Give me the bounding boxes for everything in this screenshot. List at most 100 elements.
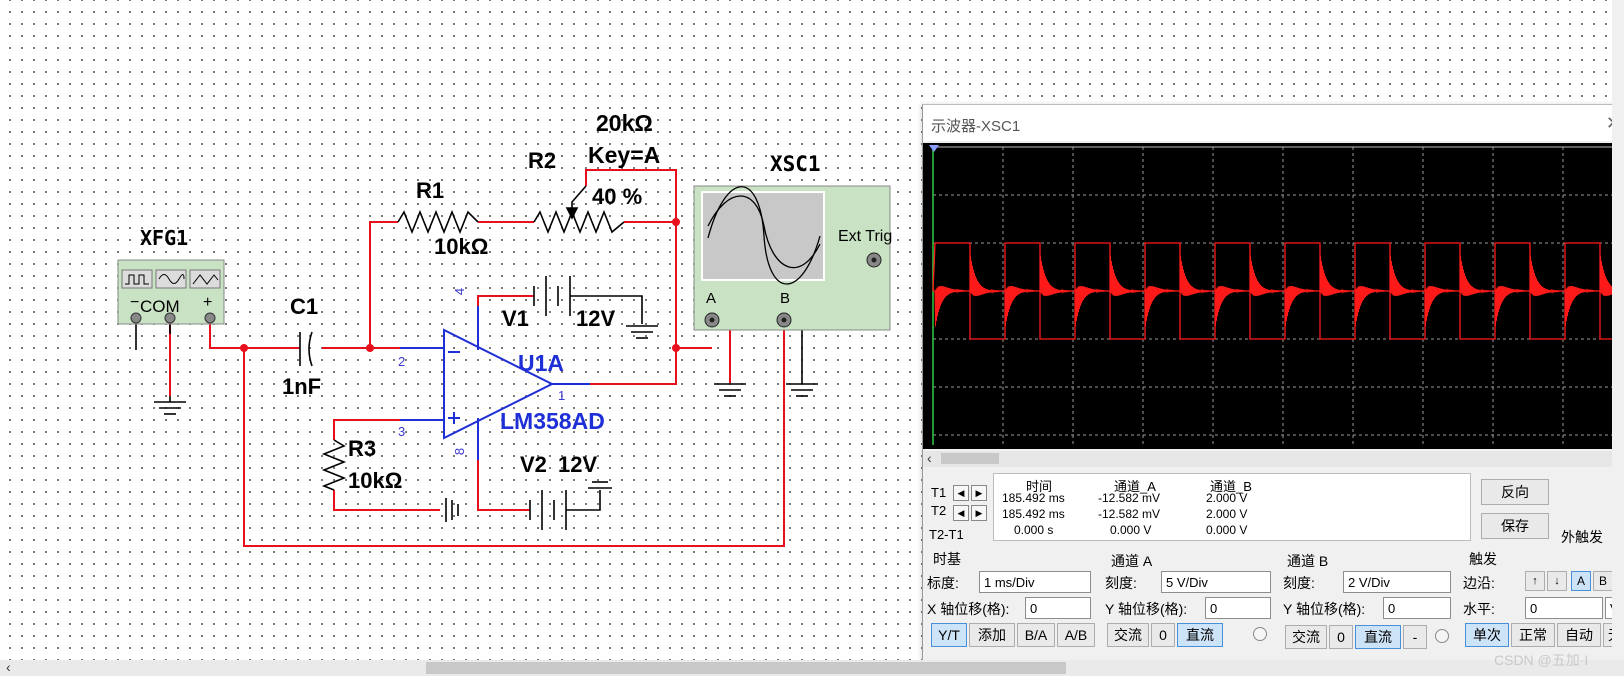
channel-a-spike <box>1214 285 1245 327</box>
v1-value: 12V <box>576 306 616 331</box>
channel-a-spike <box>1459 255 1490 297</box>
c1-name: C1 <box>290 294 319 319</box>
trigger-level-input[interactable]: 0 <box>1525 597 1603 619</box>
reverse-button[interactable]: 反向 <box>1481 479 1549 505</box>
pin-3-label: 3 <box>398 424 406 439</box>
t1-left-arrow-icon[interactable]: ◀ <box>953 485 969 501</box>
x-offset-input[interactable]: 0 <box>1025 597 1091 619</box>
t2-time: 185.492 ms <box>1002 507 1065 521</box>
scroll-left-icon[interactable]: ‹ <box>6 659 11 675</box>
channel-a-title: 通道 A <box>1111 553 1153 569</box>
r3-name: R3 <box>348 436 377 461</box>
trigger-title: 触发 <box>1469 551 1497 567</box>
channel-a-spike <box>1494 285 1525 327</box>
channel-a-spike <box>1389 255 1420 297</box>
r2-percent: 40 % <box>592 184 643 209</box>
channel-a-spike <box>1004 285 1035 327</box>
vertical-scrollbar[interactable] <box>1612 0 1624 660</box>
channel-b-ac-button[interactable]: 交流 <box>1285 625 1327 649</box>
falling-edge-icon[interactable]: ↓ <box>1547 571 1567 591</box>
t1-a: -12.582 mV <box>1098 491 1161 505</box>
channel-b-title: 通道 B <box>1287 553 1329 569</box>
xsc-a-label: A <box>706 290 717 307</box>
t2t1-a: 0.000 V <box>1110 523 1152 537</box>
channel-a-ac-button[interactable]: 交流 <box>1107 623 1149 647</box>
trigger-source-a-button[interactable]: A <box>1571 571 1591 591</box>
channel-a-dc-button[interactable]: 直流 <box>1177 623 1223 647</box>
channel-a-y-offset-input[interactable]: 0 <box>1205 597 1271 619</box>
xsc-name: XSC1 <box>770 152 821 176</box>
channel-a-spike <box>1249 255 1280 297</box>
ab-mode-button[interactable]: A/B <box>1057 623 1095 647</box>
t2-left-arrow-icon[interactable]: ◀ <box>953 505 969 521</box>
channel-a-scale-input[interactable]: 5 V/Div <box>1161 571 1271 593</box>
scroll-left-icon[interactable]: ‹ <box>927 450 932 466</box>
channel-a-scale-label: 刻度: <box>1105 575 1137 591</box>
r2-value: 20kΩ <box>596 110 653 136</box>
channel-a-spike <box>1109 255 1140 297</box>
ba-mode-button[interactable]: B/A <box>1017 623 1055 647</box>
rising-edge-icon[interactable]: ↑ <box>1525 571 1545 591</box>
channel-b-radio[interactable] <box>1435 629 1449 643</box>
t1-label: T1 <box>931 485 947 500</box>
screen-scrollbar[interactable]: ‹ <box>923 450 1624 467</box>
trigger-single-button[interactable]: 单次 <box>1465 623 1509 647</box>
xfg-minus-label: − <box>130 294 140 311</box>
channel-b-dc-button[interactable]: 直流 <box>1355 625 1401 649</box>
timebase-scale-label: 标度: <box>927 575 959 591</box>
channel-a-spike <box>1564 285 1595 327</box>
ext-trigger-label: 外触发 <box>1561 529 1603 545</box>
channel-a-spike <box>1529 255 1560 297</box>
trigger-normal-button[interactable]: 正常 <box>1511 623 1555 647</box>
xfg-plus-label: + <box>203 294 213 311</box>
channel-a-spike <box>1319 255 1350 297</box>
oscilloscope-grid <box>929 145 1624 445</box>
r2-key: Key=A <box>588 142 661 168</box>
oscilloscope-screen[interactable] <box>923 143 1624 449</box>
channel-a-spike <box>1424 285 1455 327</box>
pin-1-label: 1 <box>558 388 566 403</box>
t2-a: -12.582 mV <box>1098 507 1161 521</box>
c1-value: 1nF <box>282 374 322 399</box>
yt-mode-button[interactable]: Y/T <box>931 623 967 647</box>
xfg-name: XFG1 <box>140 226 189 250</box>
horizontal-scrollbar[interactable]: ‹ <box>0 659 1624 676</box>
t2-right-arrow-icon[interactable]: ▶ <box>971 505 987 521</box>
trigger-level-label: 水平: <box>1463 601 1495 617</box>
channel-a-y-offset-label: Y 轴位移(格): <box>1105 601 1188 617</box>
t1-time: 185.492 ms <box>1002 491 1065 505</box>
channel-b-minus-button[interactable]: - <box>1403 625 1427 649</box>
save-button[interactable]: 保存 <box>1481 513 1549 539</box>
u1-name: U1A <box>518 350 565 376</box>
channel-b-y-offset-label: Y 轴位移(格): <box>1283 601 1366 617</box>
r1-value: 10kΩ <box>434 234 489 259</box>
channel-a-spike <box>1284 285 1315 327</box>
channel-a-spike <box>934 285 965 327</box>
trigger-source-b-button[interactable]: B <box>1593 571 1613 591</box>
channel-a-radio[interactable] <box>1253 627 1267 641</box>
v1-name: V1 <box>502 306 529 331</box>
watermark: CSDN @五加·I <box>1494 652 1589 668</box>
xfg-com-label: COM <box>140 297 180 316</box>
pin-8-label: 8 <box>452 447 468 456</box>
channel-b-zero-button[interactable]: 0 <box>1329 625 1353 649</box>
channel-a-spike <box>1144 285 1175 327</box>
t1-right-arrow-icon[interactable]: ▶ <box>971 485 987 501</box>
oscilloscope-titlebar[interactable]: 示波器-XSC1 ✕ <box>923 105 1624 141</box>
oscilloscope-window[interactable]: 示波器-XSC1 ✕ ‹ T1 ◀ ▶ T2 ◀ ▶ T2-T1 时间 通道_A… <box>922 104 1624 661</box>
measurement-table: 时间 通道_A 通道_B 185.492 ms -12.582 mV 2.000… <box>993 473 1471 541</box>
pin-2-label: 2 <box>398 354 406 369</box>
trigger-auto-button[interactable]: 自动 <box>1557 623 1601 647</box>
trigger-edge-label: 边沿: <box>1463 575 1495 591</box>
channel-a-spike <box>1354 285 1385 327</box>
channel-a-spike <box>969 255 1000 297</box>
horizontal-scroll-thumb[interactable] <box>426 662 1066 674</box>
timebase-scale-input[interactable]: 1 ms/Div <box>979 571 1091 593</box>
channel-b-scale-input[interactable]: 2 V/Div <box>1343 571 1451 593</box>
scroll-thumb[interactable] <box>941 453 999 464</box>
r2-name: R2 <box>528 148 557 173</box>
channel-b-y-offset-input[interactable]: 0 <box>1383 597 1451 619</box>
channel-a-zero-button[interactable]: 0 <box>1151 623 1175 647</box>
add-mode-button[interactable]: 添加 <box>969 623 1015 647</box>
v2-value: 12V <box>558 452 598 477</box>
